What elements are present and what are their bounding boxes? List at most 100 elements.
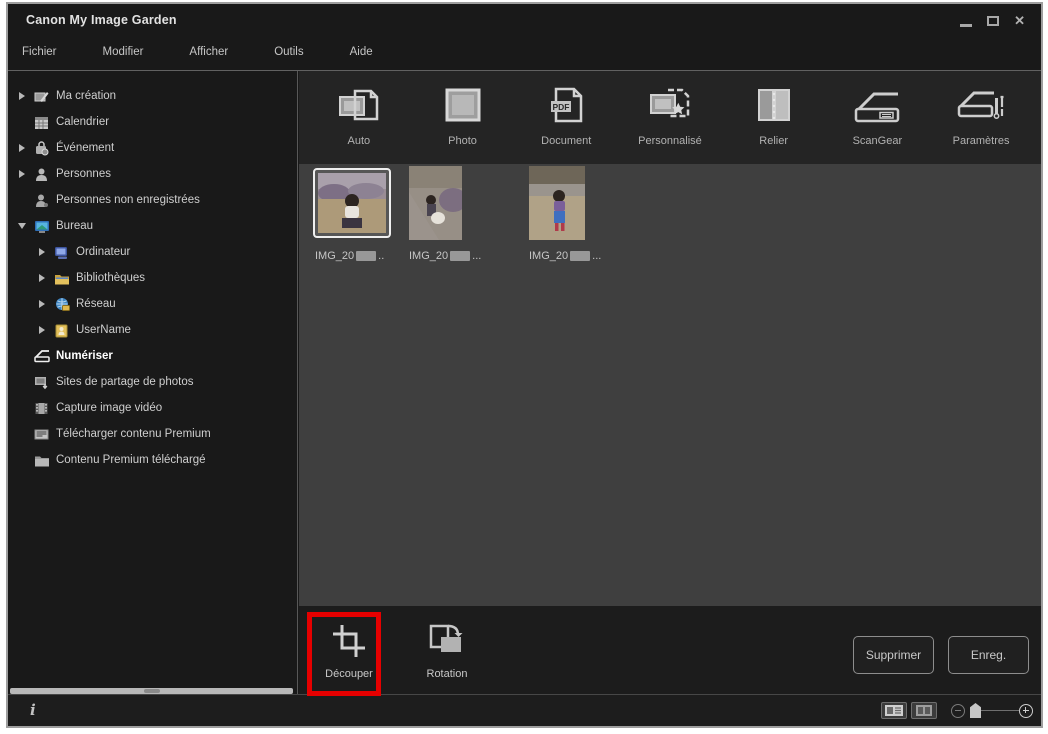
unregistered-person-icon: [33, 192, 50, 208]
calendar-icon: [33, 114, 50, 130]
scangear-icon: [829, 81, 925, 131]
sidebar-item-label: Bibliothèques: [76, 272, 145, 284]
sidebar-item-contenu-premium[interactable]: Contenu Premium téléchargé: [8, 447, 297, 473]
chevron-right-icon[interactable]: [36, 300, 48, 308]
sidebar-item-label: Réseau: [76, 298, 116, 310]
chevron-right-icon[interactable]: [36, 326, 48, 334]
libraries-folder-icon: [53, 270, 70, 286]
scrollbar-thumb[interactable]: [144, 689, 160, 693]
chevron-right-icon[interactable]: [36, 248, 48, 256]
thumbnail-view-button[interactable]: [881, 702, 907, 719]
main-panel: Auto Photo PDF Document Personnalisé: [299, 71, 1041, 694]
event-icon: [33, 140, 50, 156]
thumbnail-filename: IMG_20...: [409, 250, 481, 262]
crop-icon: [317, 614, 381, 658]
menu-item-outils[interactable]: Outils: [274, 42, 303, 62]
zoom-slider-track[interactable]: [981, 710, 1019, 712]
zoom-out-icon[interactable]: [951, 704, 965, 718]
zoom-slider-thumb[interactable]: [970, 703, 981, 718]
computer-icon: [53, 244, 70, 260]
status-bar: i: [8, 694, 1041, 726]
scan-toolbar: Auto Photo PDF Document Personnalisé: [299, 71, 1041, 164]
scan-icon: [33, 348, 50, 364]
sidebar-item-telecharger-premium[interactable]: Télécharger contenu Premium: [8, 421, 297, 447]
sidebar-item-personnes-non-enregistrees[interactable]: Personnes non enregistrées: [8, 187, 297, 213]
photo-thumbnail: [529, 166, 585, 240]
minimize-icon[interactable]: [960, 24, 972, 27]
redaction-patch: [450, 251, 470, 261]
menu-item-modifier[interactable]: Modifier: [103, 42, 144, 62]
menu-item-fichier[interactable]: Fichier: [22, 42, 57, 62]
sidebar-item-ma-creation[interactable]: Ma création: [8, 83, 297, 109]
sidebar-item-bibliotheques[interactable]: Bibliothèques: [8, 265, 297, 291]
detail-view-icon: [916, 705, 932, 716]
window-title: Canon My Image Garden: [26, 13, 177, 27]
thumbnail-selected[interactable]: [313, 168, 391, 238]
toolbar-item-label: Personnalisé: [622, 135, 718, 147]
photo-thumbnail: [318, 173, 386, 233]
sidebar-item-label: Sites de partage de photos: [56, 376, 193, 388]
menu-bar: Fichier Modifier Afficher Outils Aide: [22, 42, 419, 62]
sidebar-item-label: Télécharger contenu Premium: [56, 428, 211, 440]
thumbnail-view-icon: [885, 705, 903, 716]
close-icon[interactable]: ✕: [1014, 15, 1025, 27]
toolbar-item-photo[interactable]: Photo: [415, 81, 511, 147]
delete-button[interactable]: Supprimer: [853, 636, 934, 674]
sidebar-item-capture-video[interactable]: Capture image vidéo: [8, 395, 297, 421]
title-bar: Canon My Image Garden ✕: [8, 4, 1041, 37]
crop-button-label: Découper: [317, 668, 381, 680]
thumbnail[interactable]: [409, 166, 462, 240]
custom-scan-icon: [622, 81, 718, 131]
sidebar-item-bureau[interactable]: Bureau: [8, 213, 297, 239]
rotate-icon: [415, 614, 479, 658]
sidebar-item-numeriser[interactable]: Numériser: [8, 343, 297, 369]
chevron-right-icon[interactable]: [16, 144, 28, 152]
menu-item-afficher[interactable]: Afficher: [189, 42, 228, 62]
toolbar-item-label: Relier: [726, 135, 822, 147]
photo-thumbnail: [409, 166, 462, 240]
sidebar-item-label: Événement: [56, 142, 114, 154]
downloaded-folder-icon: [33, 452, 50, 468]
chevron-right-icon[interactable]: [16, 170, 28, 178]
auto-scan-icon: [311, 81, 407, 131]
sidebar-item-label: Bureau: [56, 220, 93, 232]
sidebar-item-username[interactable]: UserName: [8, 317, 297, 343]
toolbar-item-scangear[interactable]: ScanGear: [829, 81, 925, 147]
toolbar-item-auto[interactable]: Auto: [311, 81, 407, 147]
sidebar-item-label: Personnes: [56, 168, 111, 180]
thumbnail-area: IMG_20.. IMG_20...: [299, 164, 1041, 606]
chevron-right-icon[interactable]: [16, 92, 28, 100]
sidebar-item-sites-de-partage[interactable]: Sites de partage de photos: [8, 369, 297, 395]
maximize-icon[interactable]: [987, 16, 999, 26]
toolbar-item-relier[interactable]: Relier: [726, 81, 822, 147]
detail-view-button[interactable]: [911, 702, 937, 719]
sidebar-item-evenement[interactable]: Événement: [8, 135, 297, 161]
toolbar-item-document[interactable]: PDF Document: [518, 81, 614, 147]
toolbar-item-label: Auto: [311, 135, 407, 147]
menu-item-aide[interactable]: Aide: [350, 42, 373, 62]
chevron-right-icon[interactable]: [36, 274, 48, 282]
sidebar-item-label: Numériser: [56, 350, 113, 362]
document-scan-icon: PDF: [518, 81, 614, 131]
info-icon[interactable]: i: [30, 701, 36, 719]
premium-download-icon: [33, 426, 50, 442]
toolbar-item-personnalise[interactable]: Personnalisé: [622, 81, 718, 147]
sidebar-item-reseau[interactable]: Réseau: [8, 291, 297, 317]
zoom-in-icon[interactable]: [1019, 704, 1033, 718]
sidebar-item-ordinateur[interactable]: Ordinateur: [8, 239, 297, 265]
rotate-button-label: Rotation: [415, 668, 479, 680]
rotate-button[interactable]: Rotation: [415, 614, 479, 680]
sidebar-item-calendrier[interactable]: Calendrier: [8, 109, 297, 135]
chevron-down-icon[interactable]: [16, 223, 28, 229]
sidebar-item-label: Contenu Premium téléchargé: [56, 454, 206, 466]
sidebar-item-personnes[interactable]: Personnes: [8, 161, 297, 187]
toolbar-item-parametres[interactable]: Paramètres: [933, 81, 1029, 147]
save-button[interactable]: Enreg.: [948, 636, 1029, 674]
desktop-icon: [33, 218, 50, 234]
crop-button[interactable]: Découper: [317, 614, 381, 680]
sidebar-item-label: Ma création: [56, 90, 116, 102]
person-icon: [33, 166, 50, 182]
stitch-icon: [726, 81, 822, 131]
sidebar-item-label: Ordinateur: [76, 246, 130, 258]
thumbnail[interactable]: [529, 166, 585, 240]
